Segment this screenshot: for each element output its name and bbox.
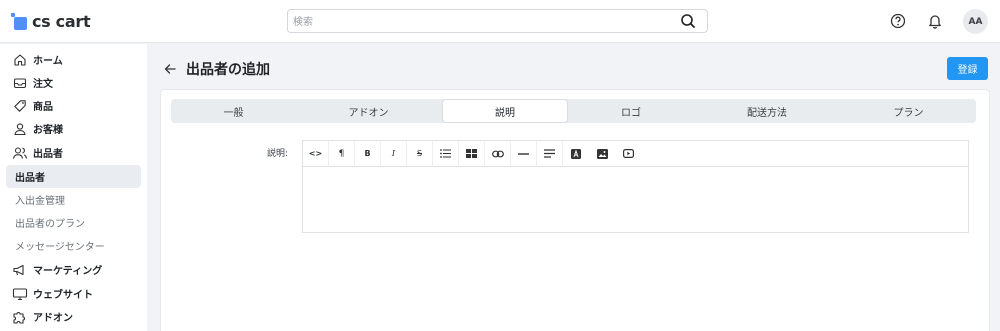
sidebar-item-label: マーケティング [33,266,103,277]
search-box[interactable] [287,9,708,34]
sidebar-subitem-accounting[interactable]: 入出金管理 [6,188,141,211]
back-arrow-icon[interactable] [163,61,179,77]
sidebar-item-label: メッセージセンター [15,242,105,253]
home-icon [12,52,28,68]
sidebar-item-products[interactable]: 商品 [6,94,141,117]
page-header: 出品者の追加 [163,57,270,81]
puzzle-icon [12,309,28,325]
sidebar-item-vendors[interactable]: 出品者 [6,141,141,164]
tab-general[interactable]: 一般 [171,100,296,122]
description-editor[interactable] [302,166,969,233]
image-icon[interactable] [589,141,615,167]
sidebar: ホーム 注文 商品 お客様 出品者 出品者 入出金管理 出品者のプラン メッセー… [0,44,147,331]
align-icon[interactable] [537,140,563,167]
sidebar-item-label: 出品者 [33,149,63,160]
sidebar-item-label: ウェブサイト [33,290,93,301]
user-icon [12,121,28,137]
sidebar-item-label: お客様 [33,125,63,136]
sidebar-subitem-message-center[interactable]: メッセージセンター [6,234,141,257]
logo-text: cs cart [32,11,91,31]
bell-icon[interactable] [925,11,945,31]
sidebar-item-home[interactable]: ホーム [6,48,141,71]
logo[interactable]: cs cart [11,11,91,31]
tab-bar: 一般 アドオン 説明 ロゴ 配送方法 プラン [171,99,976,123]
page-title: 出品者の追加 [186,62,270,78]
sidebar-item-website[interactable]: ウェブサイト [6,282,141,305]
sidebar-item-marketing[interactable]: マーケティング [6,258,141,281]
users-icon [12,145,28,161]
avatar[interactable]: AA [963,9,988,34]
tab-shipping-methods[interactable]: 配送方法 [693,100,841,122]
megaphone-icon [12,262,28,278]
top-bar: cs cart AA [0,0,1000,43]
strikethrough-icon[interactable]: S [407,140,433,167]
sidebar-item-label: アドオン [33,313,73,324]
description-label: 説明: [266,149,288,159]
bullet-list-icon[interactable] [433,140,459,167]
sidebar-subitem-vendor-plans[interactable]: 出品者のプラン [6,211,141,234]
tab-plan[interactable]: プラン [841,100,976,122]
sidebar-item-label: ホーム [33,56,63,67]
sidebar-item-label: 商品 [33,102,53,113]
sidebar-item-label: 出品者 [15,173,45,184]
sidebar-item-label: 入出金管理 [15,196,65,207]
horizontal-rule-icon[interactable] [511,140,537,167]
sidebar-item-customers[interactable]: お客様 [6,117,141,140]
font-color-icon[interactable] [563,141,589,167]
sidebar-item-label: 出品者のプラン [15,219,85,230]
sidebar-item-orders[interactable]: 注文 [6,71,141,94]
tab-addons[interactable]: アドオン [296,100,441,122]
code-view-icon[interactable]: <> [303,140,329,167]
sidebar-item-addons[interactable]: アドオン [6,305,141,328]
table-icon[interactable] [459,140,485,167]
search-icon[interactable] [680,13,696,29]
editor-toolbar: <> ¶ B I S [302,140,969,167]
sidebar-subitem-vendors[interactable]: 出品者 [6,165,141,188]
tag-icon [12,98,28,114]
help-icon[interactable] [888,11,908,31]
link-icon[interactable] [485,140,511,167]
save-button[interactable]: 登録 [947,57,988,80]
search-input[interactable] [288,11,668,34]
sidebar-item-label: 注文 [33,79,53,90]
paragraph-icon[interactable]: ¶ [329,140,355,167]
video-icon[interactable] [615,141,641,167]
bold-icon[interactable]: B [355,140,381,167]
italic-icon[interactable]: I [381,140,407,167]
logo-icon [11,13,27,30]
monitor-icon [12,286,28,302]
tab-description[interactable]: 説明 [443,100,567,122]
inbox-icon [12,75,28,91]
tab-logo[interactable]: ロゴ [569,100,693,122]
